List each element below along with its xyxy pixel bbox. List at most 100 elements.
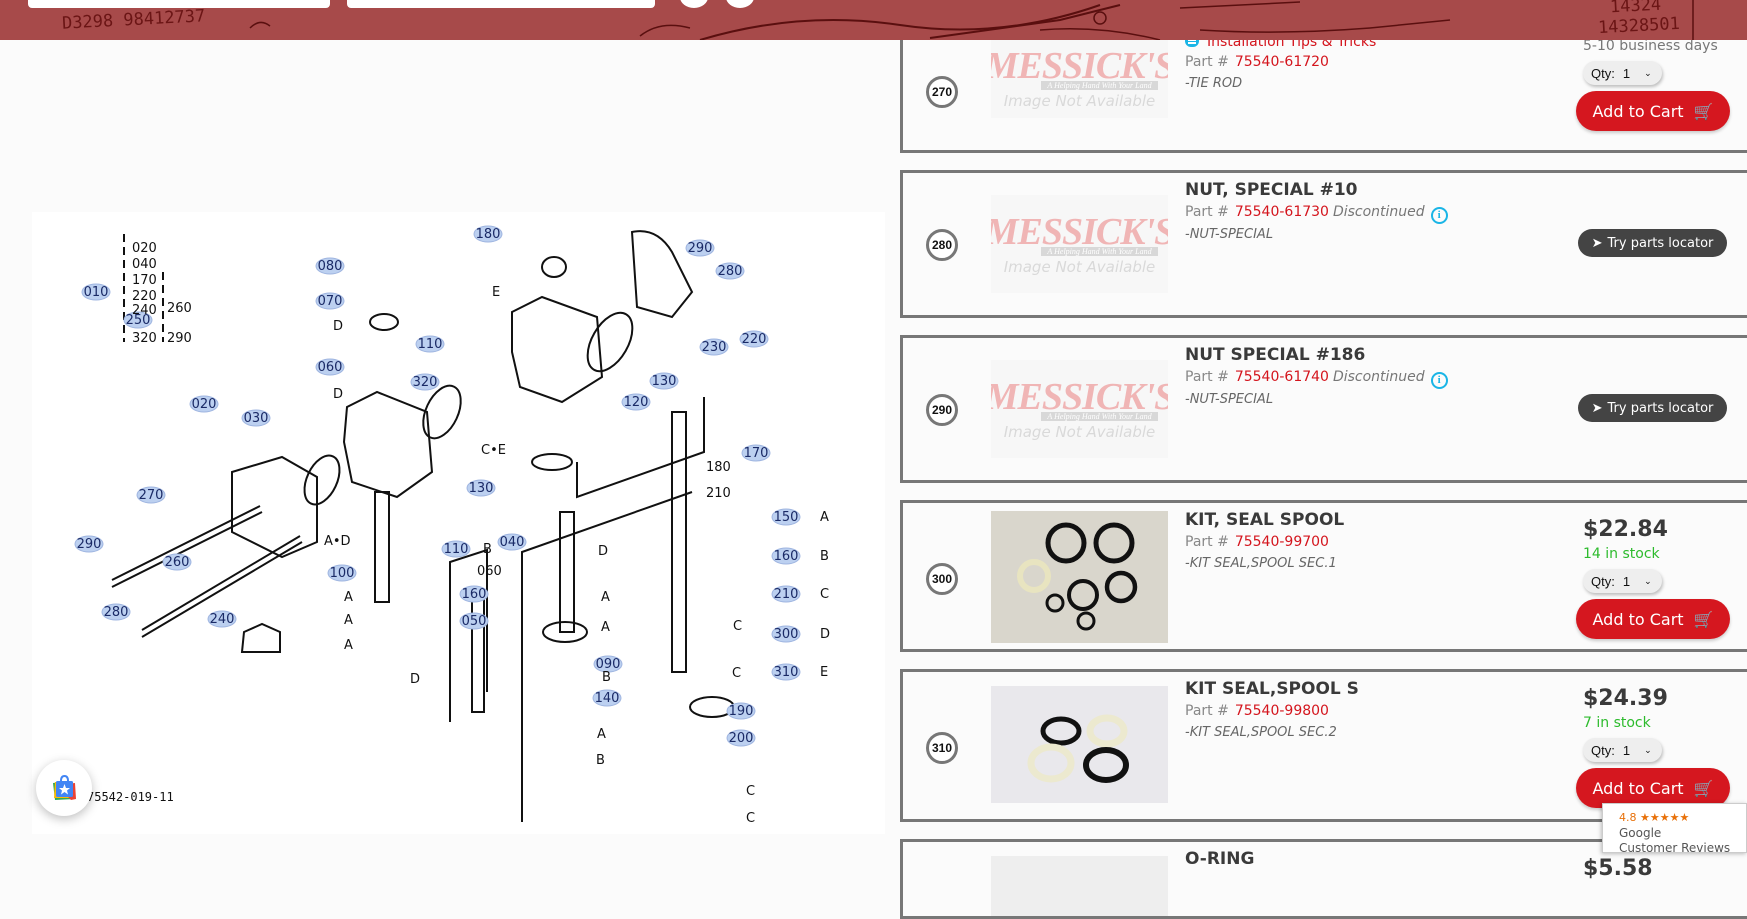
diagram-callout[interactable]: 290 <box>685 239 715 257</box>
try-parts-locator-button[interactable]: ➤ Try parts locator <box>1578 229 1727 257</box>
callout-label[interactable]: 060 <box>318 360 343 375</box>
callout-label[interactable]: 160 <box>462 587 487 602</box>
diagram-callout[interactable]: 220 <box>739 330 769 348</box>
callout-label[interactable]: 210 <box>774 587 799 602</box>
diagram-callout[interactable]: 140 <box>592 689 622 707</box>
part-number-link[interactable]: 75540-61730 <box>1235 204 1329 220</box>
diagram-callout[interactable]: 240 <box>207 610 237 628</box>
diagram-callout[interactable]: 270 <box>136 486 166 504</box>
diagram-callout[interactable]: 310 <box>771 663 801 681</box>
ref-number-badge[interactable]: 300 <box>926 563 958 595</box>
part-number-link[interactable]: 75540-99800 <box>1235 703 1329 719</box>
diagram-callout[interactable]: 210 <box>771 585 801 603</box>
callout-label[interactable]: 300 <box>774 627 799 642</box>
diagram-callout[interactable]: 160 <box>459 585 489 603</box>
parts-diagram[interactable]: 010 250 080 070 110 060 320 020 030 180 290 280 220 2… <box>32 212 885 834</box>
diagram-callout[interactable]: 010 <box>81 283 111 301</box>
diagram-callout[interactable]: 280 <box>715 262 745 280</box>
diagram-callout[interactable]: 150 <box>771 508 801 526</box>
diagram-callout[interactable]: 280 <box>101 603 131 621</box>
callout-label[interactable]: 100 <box>330 566 355 581</box>
diagram-callout[interactable]: 070 <box>315 292 345 310</box>
diagram-callout[interactable]: 190 <box>726 702 756 720</box>
callout-label[interactable]: 290 <box>688 241 713 256</box>
diagram-callout[interactable]: 180 <box>473 225 503 243</box>
add-to-cart-button[interactable]: Add to Cart 🛒 <box>1576 91 1730 131</box>
diagram-callout[interactable]: 030 <box>241 409 271 427</box>
price: $5.58 <box>1583 856 1653 881</box>
callout-label[interactable]: 110 <box>418 337 443 352</box>
header-model-select[interactable] <box>347 0 655 8</box>
callout-label[interactable]: 320 <box>413 375 438 390</box>
part-image[interactable] <box>991 856 1168 916</box>
callout-label[interactable]: 140 <box>595 691 620 706</box>
callout-label[interactable]: 170 <box>744 446 769 461</box>
callout-label[interactable]: 160 <box>774 549 799 564</box>
callout-label[interactable]: 070 <box>318 294 343 309</box>
part-number-link[interactable]: 75540-61720 <box>1235 54 1329 70</box>
google-customer-reviews-badge[interactable]: 4.8 ★★★★★ Google Customer Reviews <box>1602 803 1747 853</box>
callout-label[interactable]: 270 <box>139 488 164 503</box>
diagram-callout[interactable]: 110 <box>441 540 471 558</box>
callout-label[interactable]: 080 <box>318 259 343 274</box>
callout-label[interactable]: 230 <box>702 340 727 355</box>
callout-label[interactable]: 220 <box>742 332 767 347</box>
quantity-select[interactable]: Qty: 1 ⌄ <box>1583 569 1662 593</box>
google-shopping-badge[interactable] <box>36 760 92 816</box>
diagram-callout[interactable]: 080 <box>315 257 345 275</box>
callout-label[interactable]: 200 <box>729 731 754 746</box>
part-number-link[interactable]: 75540-99700 <box>1235 534 1329 550</box>
callout-label[interactable]: 190 <box>729 704 754 719</box>
part-image[interactable] <box>991 686 1168 803</box>
add-to-cart-button[interactable]: Add to Cart 🛒 <box>1576 768 1730 808</box>
callout-label[interactable]: 310 <box>774 665 799 680</box>
diagram-callout[interactable]: 100 <box>327 564 357 582</box>
add-to-cart-button[interactable]: Add to Cart 🛒 <box>1576 599 1730 639</box>
diagram-callout[interactable]: 300 <box>771 625 801 643</box>
diagram-callout[interactable]: 230 <box>699 338 729 356</box>
callout-label[interactable]: 120 <box>624 395 649 410</box>
diagram-callout[interactable]: 020 <box>189 395 219 413</box>
callout-label[interactable]: 050 <box>462 614 487 629</box>
callout-label[interactable]: 150 <box>774 510 799 525</box>
part-image[interactable] <box>991 511 1168 643</box>
diagram-callout[interactable]: 110 <box>415 335 445 353</box>
diagram-callout[interactable]: 320 <box>410 373 440 391</box>
callout-label[interactable]: 180 <box>476 227 501 242</box>
callout-label[interactable]: 260 <box>165 555 190 570</box>
diagram-callout[interactable]: 120 <box>621 393 651 411</box>
callout-label[interactable]: 130 <box>652 374 677 389</box>
rating-value: 4.8 <box>1619 811 1637 824</box>
ref-number-badge[interactable]: 310 <box>926 732 958 764</box>
info-icon[interactable]: i <box>1430 372 1448 389</box>
try-parts-locator-button[interactable]: ➤ Try parts locator <box>1578 394 1727 422</box>
diagram-callout[interactable]: 130 <box>649 372 679 390</box>
diagram-callout[interactable]: 040 <box>497 533 527 551</box>
ref-number-badge[interactable]: 280 <box>926 229 958 261</box>
diagram-callout[interactable]: 060 <box>315 358 345 376</box>
callout-label[interactable]: 290 <box>77 537 102 552</box>
callout-label[interactable]: 040 <box>500 535 525 550</box>
diagram-callout[interactable]: 050 <box>459 612 489 630</box>
callout-label[interactable]: 280 <box>104 605 129 620</box>
callout-label[interactable]: 110 <box>444 542 469 557</box>
diagram-callout[interactable]: 200 <box>726 729 756 747</box>
callout-label[interactable]: 020 <box>192 397 217 412</box>
part-number-link[interactable]: 75540-61740 <box>1235 369 1329 385</box>
diagram-callout[interactable]: 160 <box>771 547 801 565</box>
diagram-callout[interactable]: 130 <box>466 479 496 497</box>
info-icon[interactable]: i <box>1430 207 1448 224</box>
quantity-select[interactable]: Qty: 1 ⌄ <box>1583 61 1662 85</box>
quantity-select[interactable]: Qty: 1 ⌄ <box>1583 738 1662 762</box>
callout-label[interactable]: 280 <box>718 264 743 279</box>
diagram-callout[interactable]: 290 <box>74 535 104 553</box>
messicks-logo: MESSICK'S <box>991 44 1168 87</box>
ref-number-badge[interactable]: 290 <box>926 394 958 426</box>
diagram-callout[interactable]: 170 <box>741 444 771 462</box>
callout-label[interactable]: 240 <box>210 612 235 627</box>
ref-number-badge[interactable]: 270 <box>926 76 958 108</box>
callout-label[interactable]: 010 <box>84 285 109 300</box>
callout-label[interactable]: 030 <box>244 411 269 426</box>
diagram-callout[interactable]: 260 <box>162 553 192 571</box>
callout-label[interactable]: 130 <box>469 481 494 496</box>
